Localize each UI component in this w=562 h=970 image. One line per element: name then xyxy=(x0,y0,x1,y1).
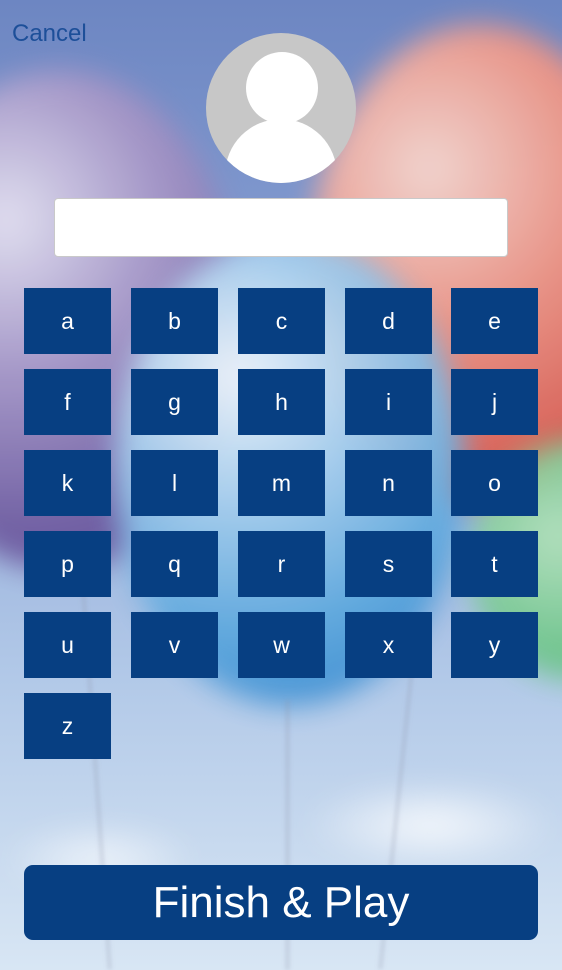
key-y[interactable]: y xyxy=(451,612,538,678)
key-j[interactable]: j xyxy=(451,369,538,435)
key-k[interactable]: k xyxy=(24,450,111,516)
finish-and-play-button[interactable]: Finish & Play xyxy=(24,865,538,940)
key-x[interactable]: x xyxy=(345,612,432,678)
key-z[interactable]: z xyxy=(24,693,111,759)
key-i[interactable]: i xyxy=(345,369,432,435)
key-l[interactable]: l xyxy=(131,450,218,516)
key-g[interactable]: g xyxy=(131,369,218,435)
avatar-icon[interactable] xyxy=(206,33,356,183)
key-w[interactable]: w xyxy=(238,612,325,678)
key-v[interactable]: v xyxy=(131,612,218,678)
key-n[interactable]: n xyxy=(345,450,432,516)
key-h[interactable]: h xyxy=(238,369,325,435)
key-f[interactable]: f xyxy=(24,369,111,435)
cloud xyxy=(300,780,560,870)
key-u[interactable]: u xyxy=(24,612,111,678)
key-c[interactable]: c xyxy=(238,288,325,354)
avatar-head xyxy=(246,52,318,124)
cancel-button[interactable]: Cancel xyxy=(12,20,87,48)
key-r[interactable]: r xyxy=(238,531,325,597)
key-o[interactable]: o xyxy=(451,450,538,516)
key-t[interactable]: t xyxy=(451,531,538,597)
avatar-body xyxy=(225,119,337,183)
name-input[interactable] xyxy=(54,198,508,257)
key-b[interactable]: b xyxy=(131,288,218,354)
key-a[interactable]: a xyxy=(24,288,111,354)
key-m[interactable]: m xyxy=(238,450,325,516)
key-p[interactable]: p xyxy=(24,531,111,597)
key-s[interactable]: s xyxy=(345,531,432,597)
key-q[interactable]: q xyxy=(131,531,218,597)
key-d[interactable]: d xyxy=(345,288,432,354)
key-e[interactable]: e xyxy=(451,288,538,354)
